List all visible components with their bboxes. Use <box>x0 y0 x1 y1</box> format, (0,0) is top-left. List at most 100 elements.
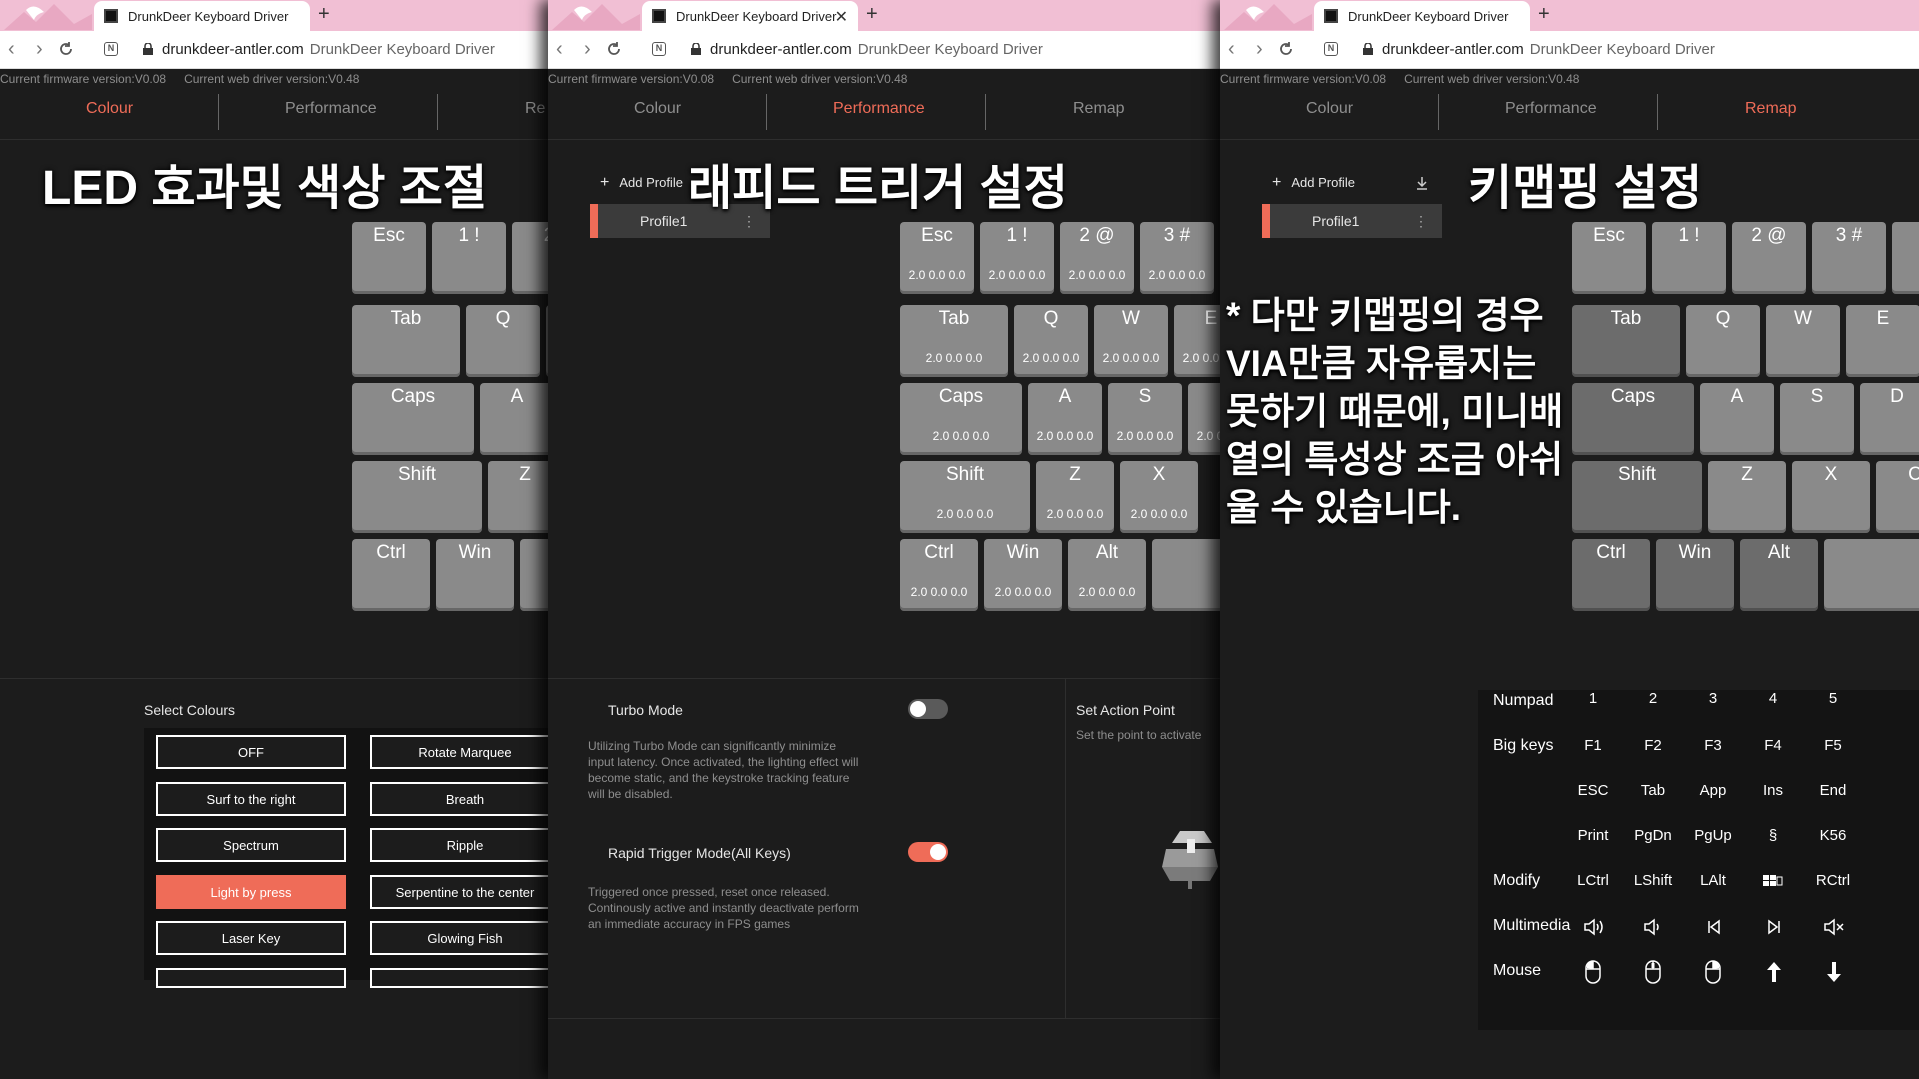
key-s[interactable]: S <box>1780 383 1854 455</box>
key-e[interactable]: E <box>1846 305 1919 377</box>
key-alt[interactable]: Alt 2.0 0.0 0.0 <box>1068 539 1146 611</box>
key-ctrl[interactable]: Ctrl <box>352 539 430 611</box>
key-a[interactable]: A <box>1700 383 1774 455</box>
chevron-right-icon[interactable]: › <box>36 38 43 61</box>
mouse-left-icon[interactable] <box>1585 960 1601 984</box>
key-space-partial[interactable] <box>1824 539 1919 611</box>
remap-key[interactable]: End <box>1803 782 1863 799</box>
key-3[interactable]: 3 # <box>1812 222 1886 294</box>
key-w[interactable]: W <box>1766 305 1840 377</box>
tab-colour[interactable]: Colour <box>634 100 681 118</box>
key-win[interactable]: Win <box>1656 539 1734 611</box>
key-tab[interactable]: Tab <box>1572 305 1680 377</box>
key-4-partial[interactable] <box>1892 222 1919 294</box>
mute-icon[interactable] <box>1823 917 1845 937</box>
key-3[interactable]: 3 #2.0 0.0 0.0 <box>1140 222 1214 294</box>
chevron-right-icon[interactable]: › <box>1256 38 1263 61</box>
effect-rotate-marquee[interactable]: Rotate Marquee <box>370 735 548 769</box>
arrow-up-icon[interactable] <box>1765 960 1783 984</box>
key-space-partial[interactable] <box>1152 539 1220 611</box>
n-extension-icon[interactable]: N <box>104 42 118 56</box>
remap-key[interactable]: LAlt <box>1683 872 1743 889</box>
remap-key[interactable]: App <box>1683 782 1743 799</box>
key-d[interactable]: D <box>1860 383 1919 455</box>
chevron-left-icon[interactable]: ‹ <box>1228 38 1235 61</box>
key-x[interactable]: X <box>1792 461 1870 533</box>
plus-icon[interactable]: + <box>1538 3 1550 26</box>
key-c[interactable]: C <box>1876 461 1919 533</box>
key-1[interactable]: 1 ! <box>1652 222 1726 294</box>
remap-key[interactable]: F1 <box>1563 737 1623 754</box>
plus-icon[interactable]: + <box>318 3 330 26</box>
key-1[interactable]: 1 ! 2.0 0.0 0.0 <box>980 222 1054 294</box>
remap-key[interactable]: F4 <box>1743 737 1803 754</box>
tab-colour[interactable]: Colour <box>1306 100 1353 118</box>
mouse-right-icon[interactable] <box>1705 960 1721 984</box>
key-shift[interactable]: Shift <box>1572 461 1702 533</box>
volume-down-icon[interactable] <box>1643 917 1665 937</box>
url-text[interactable]: drunkdeer-antler.com DrunkDeer Keyboard D… <box>1382 41 1715 58</box>
tab-remap[interactable]: Remap <box>1073 100 1125 118</box>
effect-breath[interactable]: Breath <box>370 782 548 816</box>
key-z[interactable]: Z 2.0 0.0 0.0 <box>1036 461 1114 533</box>
key-ctrl[interactable]: Ctrl <box>1572 539 1650 611</box>
key-esc[interactable]: Esc 2.0 0.0 0.0 <box>900 222 974 294</box>
remap-key[interactable]: 3 <box>1683 690 1743 707</box>
key-1[interactable]: 1 ! <box>432 222 506 294</box>
remap-key[interactable]: § <box>1743 827 1803 844</box>
key-x[interactable]: X 2.0 0.0 0.0 <box>1120 461 1198 533</box>
key-w[interactable]: W 2.0 0.0 0.0 <box>1094 305 1168 377</box>
key-alt[interactable]: Alt <box>1740 539 1818 611</box>
remap-key[interactable]: F2 <box>1623 737 1683 754</box>
download-icon[interactable] <box>1416 176 1428 190</box>
remap-key[interactable]: 5 <box>1803 690 1863 707</box>
tab-performance[interactable]: Performance <box>833 100 925 118</box>
key-esc[interactable]: Esc <box>1572 222 1646 294</box>
remap-key[interactable]: LCtrl <box>1563 872 1623 889</box>
key-caps[interactable]: Caps 2.0 0.0 0.0 <box>900 383 1022 455</box>
browser-tab[interactable]: DrunkDeer Keyboard Driver <box>1314 1 1530 31</box>
key-caps[interactable]: Caps <box>1572 383 1694 455</box>
key-q[interactable]: Q 2.0 0.0 0.0 <box>1014 305 1088 377</box>
close-icon[interactable]: ✕ <box>835 7 848 27</box>
key-2[interactable]: 2 <box>512 222 548 294</box>
browser-tab[interactable]: DrunkDeer Keyboard Driver ✕ <box>642 1 858 31</box>
remap-key[interactable]: 1 <box>1563 690 1623 707</box>
browser-tab[interactable]: DrunkDeer Keyboard Driver <box>94 1 310 31</box>
remap-key[interactable]: Ins <box>1743 782 1803 799</box>
tab-remap[interactable]: Remap <box>1745 100 1797 118</box>
rapid-trigger-toggle[interactable] <box>908 842 948 862</box>
profile-item[interactable]: Profile1 ⋮ <box>1262 204 1442 238</box>
tab-remap[interactable]: Re <box>525 100 545 118</box>
key-a[interactable]: A <box>480 383 548 455</box>
key-q[interactable]: Q <box>1686 305 1760 377</box>
effect-off[interactable]: OFF <box>156 735 346 769</box>
effect-glowing-fish[interactable]: Glowing Fish <box>370 921 548 955</box>
key-tab[interactable]: Tab <box>352 305 460 377</box>
key-shift[interactable]: Shift <box>352 461 482 533</box>
remap-key[interactable]: PgDn <box>1623 827 1683 844</box>
remap-key[interactable]: Tab <box>1623 782 1683 799</box>
key-alt-partial[interactable] <box>520 539 548 611</box>
remap-key[interactable]: RCtrl <box>1803 872 1863 889</box>
remap-key[interactable]: 4 <box>1743 690 1803 707</box>
reload-icon[interactable] <box>1278 41 1294 57</box>
key-win[interactable]: Win 2.0 0.0 0.0 <box>984 539 1062 611</box>
key-2[interactable]: 2 @2.0 0.0 0.0 <box>1060 222 1134 294</box>
tab-performance[interactable]: Performance <box>285 100 377 118</box>
key-win[interactable]: Win <box>436 539 514 611</box>
key-z[interactable]: Z <box>1708 461 1786 533</box>
remap-key[interactable]: K56 <box>1803 827 1863 844</box>
remap-key[interactable]: LShift <box>1623 872 1683 889</box>
key-z[interactable]: Z <box>488 461 548 533</box>
arrow-down-icon[interactable] <box>1825 960 1843 984</box>
remap-key[interactable]: 2 <box>1623 690 1683 707</box>
effect-next[interactable] <box>370 968 548 988</box>
key-caps[interactable]: Caps <box>352 383 474 455</box>
reload-icon[interactable] <box>58 41 74 57</box>
effect-surf-right[interactable]: Surf to the right <box>156 782 346 816</box>
key-tab[interactable]: Tab 2.0 0.0 0.0 <box>900 305 1008 377</box>
plus-icon[interactable]: + <box>866 3 878 26</box>
n-extension-icon[interactable]: N <box>652 42 666 56</box>
chevron-left-icon[interactable]: ‹ <box>556 38 563 61</box>
